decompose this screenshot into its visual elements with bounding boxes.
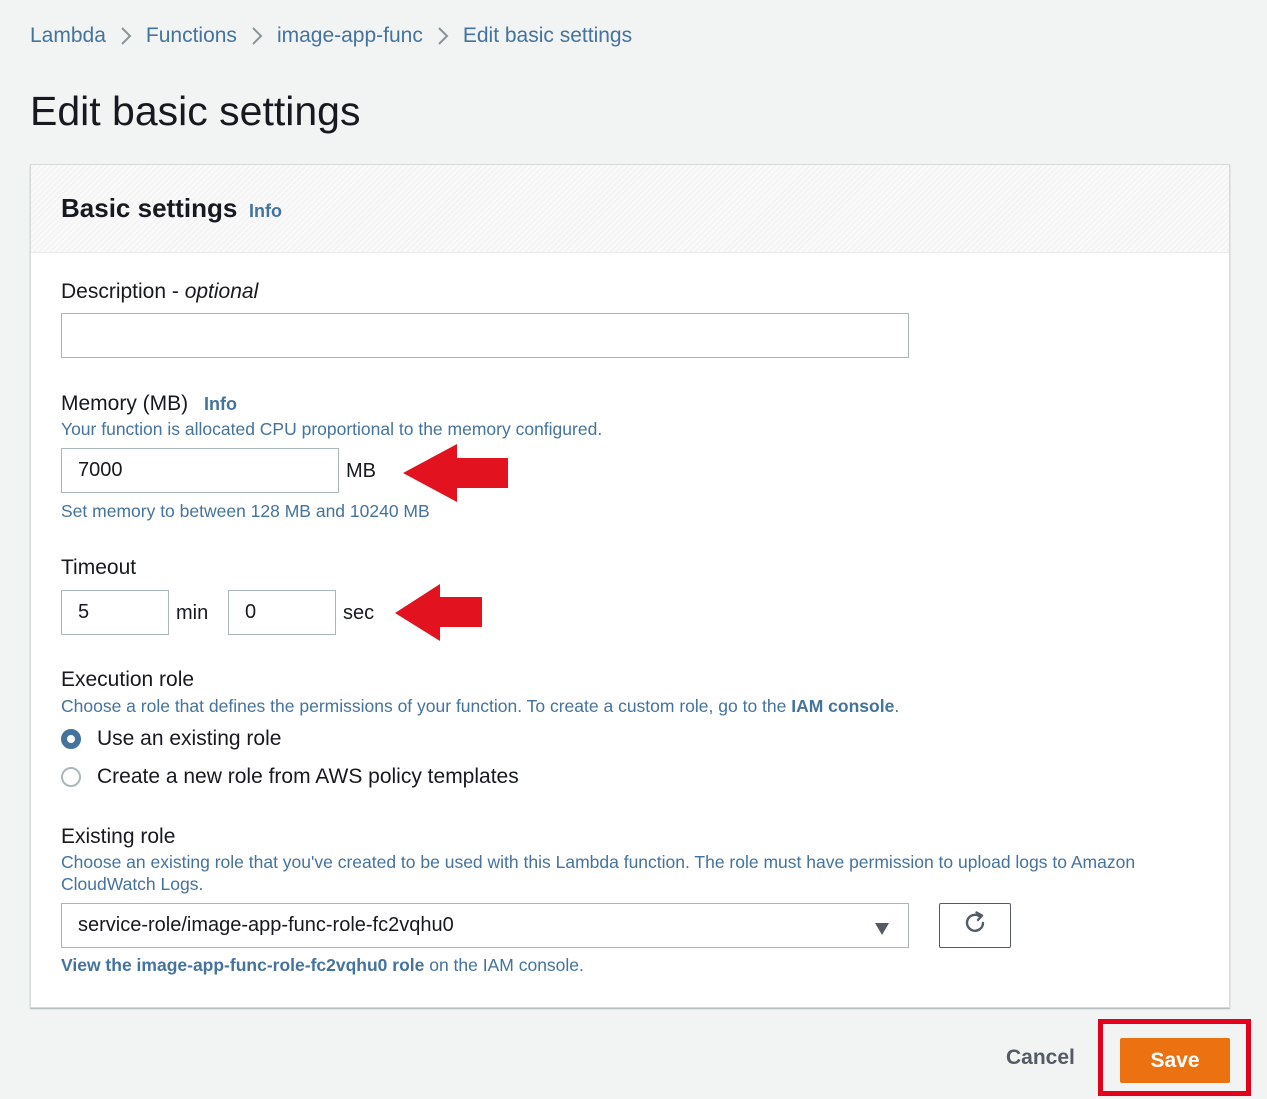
view-role-suffix: on the IAM console.	[424, 955, 584, 975]
radio-create-new-role[interactable]: Create a new role from AWS policy templa…	[61, 765, 519, 789]
refresh-roles-button[interactable]	[939, 903, 1011, 948]
existing-role-select[interactable]: service-role/image-app-func-role-fc2vqhu…	[61, 903, 909, 948]
description-label-text: Description -	[61, 280, 185, 303]
breadcrumb-function-name[interactable]: image-app-func	[277, 24, 423, 48]
radio-button-checked[interactable]	[61, 729, 81, 749]
execution-role-help: Choose a role that defines the permissio…	[61, 695, 899, 717]
chevron-right-icon	[423, 24, 463, 48]
execution-role-help-text: Choose a role that defines the permissio…	[61, 696, 792, 716]
description-optional: optional	[184, 280, 259, 303]
caret-down-icon	[874, 919, 890, 942]
page-title: Edit basic settings	[30, 88, 361, 134]
cancel-button[interactable]: Cancel	[1006, 1046, 1075, 1070]
execution-role-label: Execution role	[61, 668, 195, 691]
panel-title: Basic settings	[61, 193, 238, 223]
refresh-icon	[962, 910, 988, 941]
timeout-min-unit: min	[176, 602, 209, 624]
breadcrumb-lambda[interactable]: Lambda	[30, 24, 106, 48]
breadcrumb: Lambda Functions image-app-func Edit bas…	[30, 22, 632, 50]
execution-role-help-suffix: .	[894, 696, 900, 716]
save-button[interactable]: Save	[1120, 1038, 1230, 1083]
memory-label-text: Memory (MB)	[61, 392, 189, 415]
iam-console-link[interactable]: IAM console	[791, 696, 894, 716]
existing-role-help: Choose an existing role that you've crea…	[61, 852, 1136, 894]
chevron-right-icon	[106, 24, 146, 48]
existing-role-value: service-role/image-app-func-role-fc2vqhu…	[78, 914, 454, 936]
memory-label: Memory (MB) Info	[61, 391, 237, 417]
view-role-line: View the image-app-func-role-fc2vqhu0 ro…	[61, 955, 584, 976]
memory-info-link[interactable]: Info	[204, 394, 237, 414]
chevron-right-icon	[237, 24, 277, 48]
breadcrumb-functions[interactable]: Functions	[146, 24, 237, 48]
radio-use-existing-role[interactable]: Use an existing role	[61, 727, 281, 751]
existing-role-label: Existing role	[61, 825, 176, 848]
memory-input[interactable]	[61, 448, 339, 493]
radio-label: Use an existing role	[97, 727, 282, 750]
radio-label: Create a new role from AWS policy templa…	[97, 765, 519, 788]
memory-constraint: Set memory to between 128 MB and 10240 M…	[61, 501, 430, 521]
basic-settings-panel: Basic settings Info Description - option…	[30, 164, 1230, 1008]
description-label: Description - optional	[61, 279, 258, 305]
panel-header: Basic settings Info	[31, 165, 1229, 253]
timeout-min-input[interactable]	[61, 590, 169, 635]
breadcrumb-current: Edit basic settings	[462, 24, 633, 47]
panel-info-link[interactable]: Info	[249, 201, 282, 222]
red-arrow-icon	[395, 584, 482, 641]
red-arrow-icon	[403, 444, 508, 502]
description-input[interactable]	[61, 313, 909, 358]
view-role-link[interactable]: View the image-app-func-role-fc2vqhu0 ro…	[61, 955, 424, 975]
timeout-sec-unit: sec	[343, 602, 375, 624]
timeout-label: Timeout	[61, 556, 137, 579]
memory-unit: MB	[346, 460, 376, 482]
memory-help: Your function is allocated CPU proportio…	[61, 419, 603, 439]
timeout-sec-input[interactable]	[228, 590, 336, 635]
radio-button[interactable]	[61, 767, 81, 787]
